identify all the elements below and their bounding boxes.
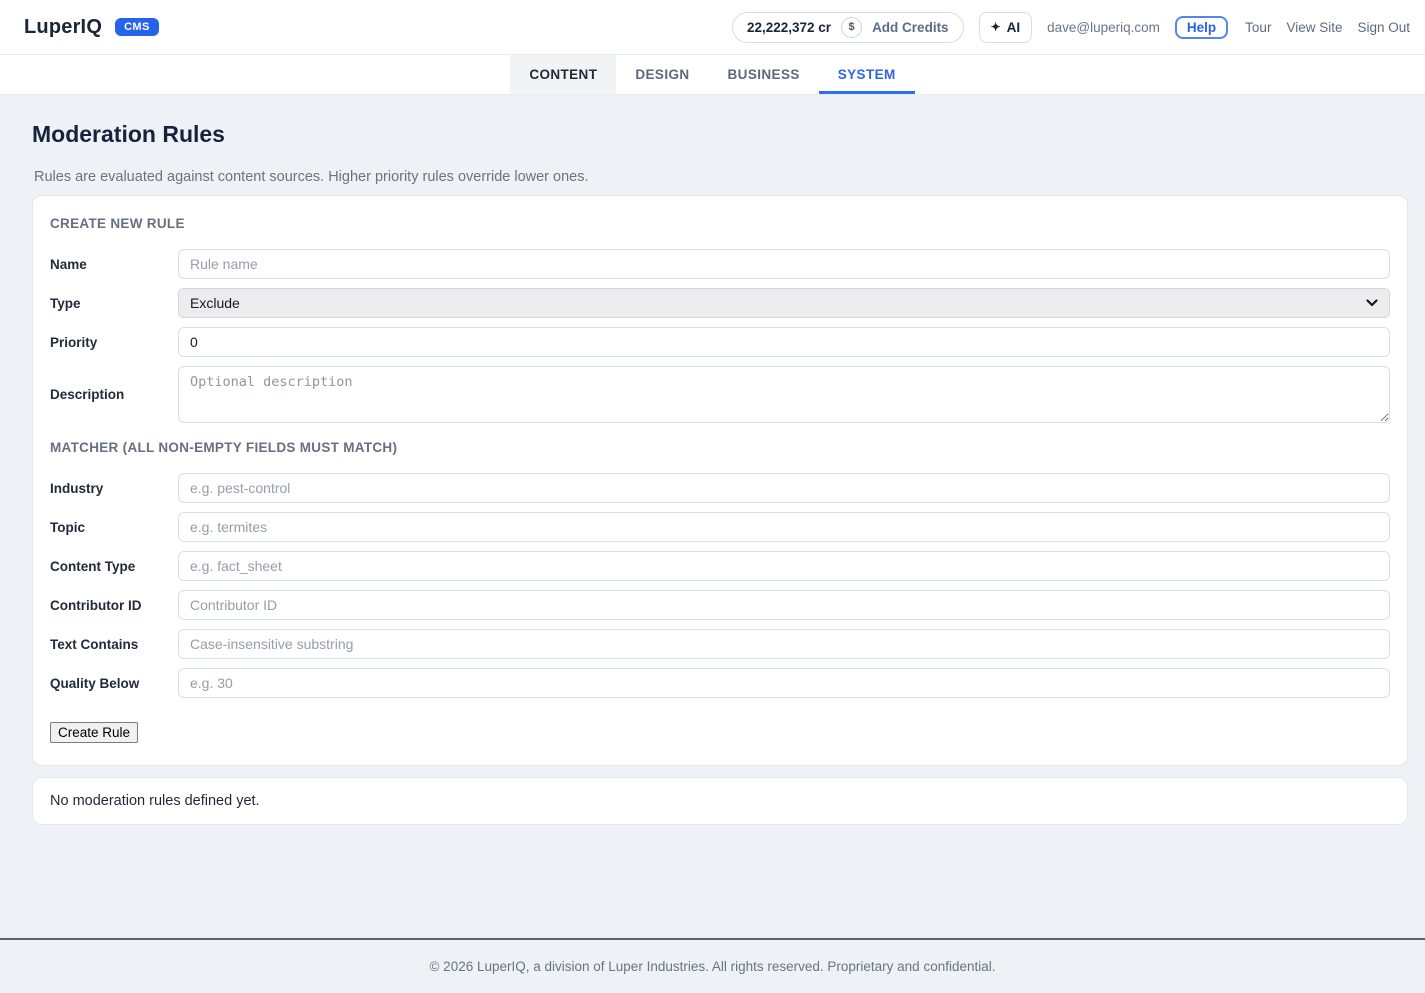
priority-label: Priority (50, 335, 178, 350)
quality-below-label: Quality Below (50, 676, 178, 691)
rules-empty-message: No moderation rules defined yet. (50, 793, 260, 809)
tab-system[interactable]: SYSTEM (819, 55, 915, 94)
tab-design[interactable]: DESIGN (616, 55, 708, 94)
contributor-id-input[interactable] (178, 590, 1390, 620)
create-rule-button[interactable]: Create Rule (50, 722, 138, 743)
help-button[interactable]: Help (1175, 16, 1228, 39)
description-row: Description (50, 366, 1390, 423)
primary-nav: CONTENT DESIGN BUSINESS SYSTEM (0, 55, 1425, 95)
page-title: Moderation Rules (32, 121, 1408, 148)
contributor-id-label: Contributor ID (50, 598, 178, 613)
name-row: Name (50, 249, 1390, 279)
industry-label: Industry (50, 481, 178, 496)
credits-amount: 22,222,372 cr (747, 20, 831, 35)
name-input[interactable] (178, 249, 1390, 279)
description-textarea[interactable] (178, 366, 1390, 423)
brand: LuperIQ CMS (24, 16, 159, 39)
text-contains-label: Text Contains (50, 637, 178, 652)
dollar-icon: $ (841, 17, 862, 38)
type-select-wrap: Exclude (178, 288, 1390, 318)
name-label: Name (50, 257, 178, 272)
text-contains-row: Text Contains (50, 629, 1390, 659)
sparkle-icon: ✦ (991, 20, 1001, 34)
page-subtitle: Rules are evaluated against content sour… (34, 169, 1408, 185)
text-contains-input[interactable] (178, 629, 1390, 659)
app-logo: LuperIQ (24, 16, 102, 39)
add-credits-button[interactable]: Add Credits (872, 20, 949, 35)
user-email: dave@luperiq.com (1047, 20, 1160, 35)
quality-below-input[interactable] (178, 668, 1390, 698)
topic-row: Topic (50, 512, 1390, 542)
ai-assistant-button[interactable]: ✦ AI (979, 12, 1033, 43)
tab-content[interactable]: CONTENT (510, 55, 616, 94)
main-content: Moderation Rules Rules are evaluated aga… (0, 95, 1425, 938)
quality-below-row: Quality Below (50, 668, 1390, 698)
type-select[interactable]: Exclude (178, 288, 1390, 318)
content-type-input[interactable] (178, 551, 1390, 581)
view-site-link[interactable]: View Site (1286, 20, 1342, 35)
create-rule-card: CREATE NEW RULE Name Type Exclude Priori… (32, 195, 1408, 766)
matcher-section-title: MATCHER (ALL NON-EMPTY FIELDS MUST MATCH… (50, 440, 1390, 455)
credits-pill: 22,222,372 cr $ Add Credits (732, 12, 964, 43)
topic-label: Topic (50, 520, 178, 535)
header-actions: 22,222,372 cr $ Add Credits ✦ AI dave@lu… (732, 12, 1410, 43)
industry-input[interactable] (178, 473, 1390, 503)
content-type-row: Content Type (50, 551, 1390, 581)
footer-copyright: © 2026 LuperIQ, a division of Luper Indu… (429, 959, 995, 974)
type-row: Type Exclude (50, 288, 1390, 318)
industry-row: Industry (50, 473, 1390, 503)
priority-row: Priority (50, 327, 1390, 357)
app-footer: © 2026 LuperIQ, a division of Luper Indu… (0, 938, 1425, 993)
cms-badge: CMS (115, 18, 159, 36)
content-type-label: Content Type (50, 559, 178, 574)
contributor-id-row: Contributor ID (50, 590, 1390, 620)
sign-out-link[interactable]: Sign Out (1357, 20, 1410, 35)
type-label: Type (50, 296, 178, 311)
priority-input[interactable] (178, 327, 1390, 357)
tab-business[interactable]: BUSINESS (709, 55, 819, 94)
ai-button-label: AI (1007, 20, 1021, 35)
rules-empty-state: No moderation rules defined yet. (32, 777, 1408, 825)
topic-input[interactable] (178, 512, 1390, 542)
create-rule-section-title: CREATE NEW RULE (50, 216, 1390, 231)
app-header: LuperIQ CMS 22,222,372 cr $ Add Credits … (0, 0, 1425, 55)
description-label: Description (50, 387, 178, 402)
tour-link[interactable]: Tour (1245, 20, 1271, 35)
